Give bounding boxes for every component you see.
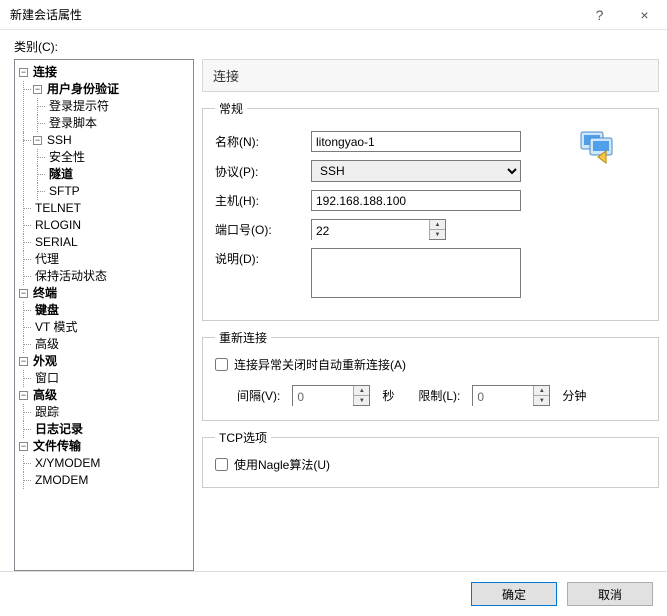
port-stepper[interactable]: ▲ ▼	[311, 219, 446, 240]
auto-reconnect-label: 连接异常关闭时自动重新连接(A)	[234, 356, 406, 373]
tree-rlogin[interactable]: RLOGIN	[33, 218, 83, 232]
chevron-up-icon[interactable]: ▲	[430, 220, 445, 230]
tree-tunnel[interactable]: 隧道	[47, 167, 75, 181]
category-label: 类别(C):	[0, 30, 667, 59]
description-textarea[interactable]	[311, 248, 521, 298]
window-title: 新建会话属性	[10, 6, 577, 23]
tcp-legend: TCP选项	[215, 429, 271, 446]
expander-icon[interactable]: −	[19, 391, 28, 400]
limit-label: 限制(L):	[418, 387, 460, 404]
category-tree[interactable]: −连接 −用户身份验证 登录提示符 登录脚本 −SSH 安全性 隧道	[14, 59, 194, 571]
reconnect-legend: 重新连接	[215, 329, 271, 346]
chevron-down-icon[interactable]: ▼	[354, 396, 369, 405]
seconds-label: 秒	[382, 387, 394, 404]
description-label: 说明(D):	[215, 248, 301, 267]
chevron-down-icon[interactable]: ▼	[534, 396, 549, 405]
limit-input[interactable]	[473, 386, 533, 407]
interval-input[interactable]	[293, 386, 353, 407]
interval-label: 间隔(V):	[237, 387, 280, 404]
tcp-group: TCP选项 使用Nagle算法(U)	[202, 429, 659, 488]
tree-security[interactable]: 安全性	[47, 150, 87, 164]
tree-advanced[interactable]: 高级	[33, 337, 61, 351]
protocol-label: 协议(P):	[215, 163, 301, 180]
tree-keepalive[interactable]: 保持活动状态	[33, 269, 109, 283]
tree-logging[interactable]: 日志记录	[33, 422, 85, 436]
port-input[interactable]	[312, 220, 429, 241]
tree-filetransfer[interactable]: 文件传输	[31, 439, 83, 453]
nagle-label: 使用Nagle算法(U)	[234, 456, 330, 473]
tree-telnet[interactable]: TELNET	[33, 201, 83, 215]
host-input[interactable]	[311, 190, 521, 211]
nagle-checkbox[interactable]	[215, 458, 228, 471]
general-legend: 常规	[215, 100, 247, 117]
interval-stepper[interactable]: ▲ ▼	[292, 385, 370, 406]
protocol-select[interactable]: SSH	[311, 160, 521, 182]
title-bar: 新建会话属性 ? ×	[0, 0, 667, 30]
expander-icon[interactable]: −	[19, 68, 28, 77]
tree-loginscript[interactable]: 登录脚本	[47, 116, 99, 130]
tree-zmodem[interactable]: ZMODEM	[33, 473, 90, 487]
limit-stepper[interactable]: ▲ ▼	[472, 385, 550, 406]
tree-proxy[interactable]: 代理	[33, 252, 61, 266]
tree-ssh[interactable]: SSH	[45, 133, 74, 147]
chevron-up-icon[interactable]: ▲	[354, 386, 369, 396]
tree-appearance[interactable]: 外观	[31, 354, 59, 368]
host-label: 主机(H):	[215, 192, 301, 209]
tree-vtmode[interactable]: VT 模式	[33, 320, 79, 334]
expander-icon[interactable]: −	[33, 85, 42, 94]
expander-icon[interactable]: −	[33, 136, 42, 145]
port-label: 端口号(O):	[215, 221, 301, 238]
tree-xymodem[interactable]: X/YMODEM	[33, 456, 102, 470]
minutes-label: 分钟	[562, 387, 586, 404]
page-header: 连接	[202, 59, 659, 92]
tree-advanced2[interactable]: 高级	[31, 388, 59, 402]
dialog-footer: 确定 取消	[0, 571, 667, 616]
help-button[interactable]: ?	[577, 0, 622, 30]
tree-serial[interactable]: SERIAL	[33, 235, 80, 249]
ok-button[interactable]: 确定	[471, 582, 557, 606]
chevron-up-icon[interactable]: ▲	[534, 386, 549, 396]
auto-reconnect-checkbox[interactable]	[215, 358, 228, 371]
tree-loginprompt[interactable]: 登录提示符	[47, 99, 111, 113]
tree-connection[interactable]: 连接	[31, 65, 59, 79]
close-button[interactable]: ×	[622, 0, 667, 30]
tree-terminal[interactable]: 终端	[31, 286, 59, 300]
expander-icon[interactable]: −	[19, 442, 28, 451]
tree-userauth[interactable]: 用户身份验证	[45, 82, 121, 96]
name-input[interactable]	[311, 131, 521, 152]
cancel-button[interactable]: 取消	[567, 582, 653, 606]
tree-trace[interactable]: 跟踪	[33, 405, 61, 419]
expander-icon[interactable]: −	[19, 289, 28, 298]
tree-keyboard[interactable]: 键盘	[33, 303, 61, 317]
tree-sftp[interactable]: SFTP	[47, 184, 82, 198]
reconnect-group: 重新连接 连接异常关闭时自动重新连接(A) 间隔(V): ▲ ▼ 秒 限制(L)…	[202, 329, 659, 421]
general-group: 常规 名称(N): 协议(P): SSH	[202, 100, 659, 321]
chevron-down-icon[interactable]: ▼	[430, 230, 445, 239]
terminal-icon	[576, 129, 616, 168]
name-label: 名称(N):	[215, 133, 301, 150]
tree-window[interactable]: 窗口	[33, 371, 61, 385]
expander-icon[interactable]: −	[19, 357, 28, 366]
